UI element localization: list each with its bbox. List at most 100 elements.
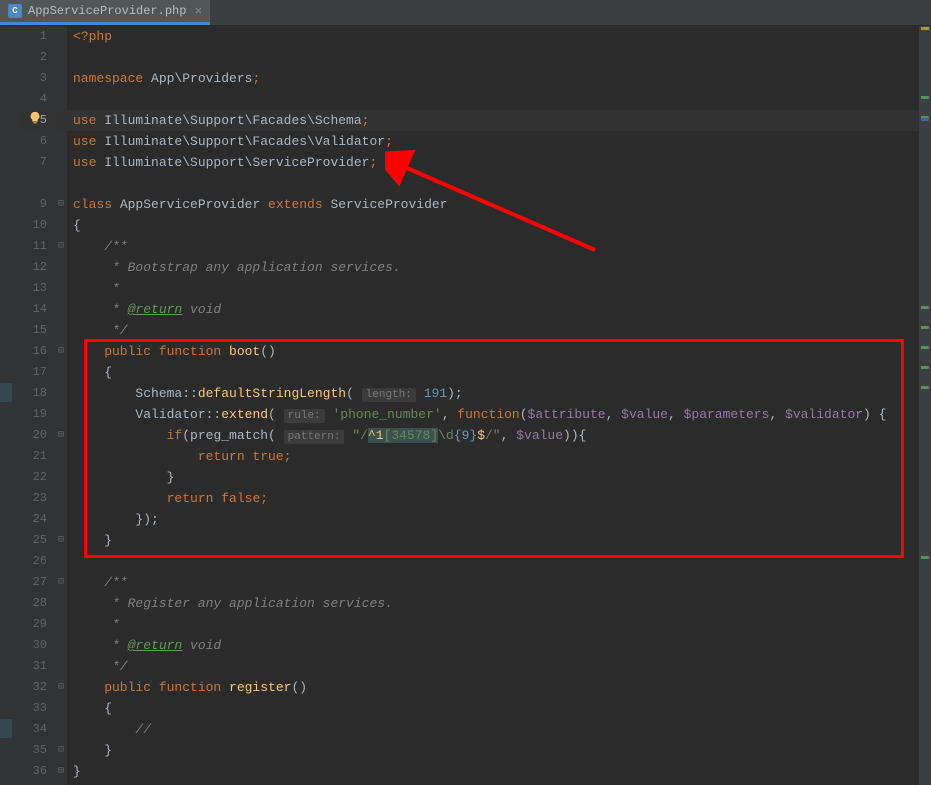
code-token: *	[73, 302, 128, 317]
breakpoint-margin[interactable]	[0, 26, 20, 785]
fold-toggle[interactable]: ⊟	[55, 572, 67, 593]
fold-toggle[interactable]: ⊟	[55, 761, 67, 782]
code-token: (	[346, 386, 362, 401]
code-token: ,	[442, 407, 458, 422]
line-number: 13	[20, 278, 47, 299]
warning-marker[interactable]	[921, 27, 929, 30]
change-marker[interactable]	[921, 96, 929, 99]
code-token: */	[73, 323, 128, 338]
code-token: )){	[563, 428, 586, 443]
line-number: 26	[20, 551, 47, 572]
line-number: 15	[20, 320, 47, 341]
line-number: 2	[20, 47, 47, 68]
code-token: ]	[430, 428, 438, 443]
change-marker[interactable]	[921, 386, 929, 389]
change-marker	[0, 383, 12, 402]
code-token: ;	[284, 449, 292, 464]
code-token: }	[73, 743, 112, 758]
line-number: 4	[20, 89, 47, 110]
line-number: 18	[20, 383, 47, 404]
fold-toggle[interactable]: ⊟	[55, 194, 67, 215]
code-token: defaultStringLength	[198, 386, 346, 401]
code-token: ;	[252, 71, 260, 86]
code-token: ^1	[368, 428, 384, 443]
scrollbar[interactable]	[919, 26, 931, 785]
code-token: /**	[73, 239, 128, 254]
change-marker[interactable]	[921, 366, 929, 369]
code-token: $value	[516, 428, 563, 443]
code-token: use	[73, 113, 96, 128]
change-marker[interactable]	[921, 306, 929, 309]
fold-toggle	[55, 551, 67, 572]
fold-toggle[interactable]: ⊟	[55, 425, 67, 446]
code-token: /"	[485, 428, 501, 443]
code-token: \d	[438, 428, 454, 443]
code-token	[73, 428, 167, 443]
code-token: {	[73, 701, 112, 716]
fold-toggle[interactable]: ⊟	[55, 677, 67, 698]
line-number: 36	[20, 761, 47, 782]
fold-toggle	[55, 656, 67, 677]
fold-toggle	[55, 362, 67, 383]
line-number: 7	[20, 152, 47, 173]
fold-toggle[interactable]: ⊟	[55, 236, 67, 257]
fold-toggle	[55, 383, 67, 404]
code-token: Illuminate\Support\ServiceProvider	[96, 155, 369, 170]
fold-toggle	[55, 152, 67, 173]
line-number: 3	[20, 68, 47, 89]
line-number	[20, 173, 47, 194]
line-number: 35	[20, 740, 47, 761]
fold-toggle	[55, 26, 67, 47]
line-number: 28	[20, 593, 47, 614]
line-number: 23	[20, 488, 47, 509]
code-content[interactable]: <?php namespace App\Providers; use Illum…	[67, 26, 931, 785]
code-token: Validator::	[73, 407, 221, 422]
fold-toggle[interactable]: ⊟	[55, 341, 67, 362]
param-hint: length:	[362, 388, 416, 402]
code-token: (preg_match(	[182, 428, 283, 443]
fold-toggle[interactable]: ⊟	[55, 530, 67, 551]
code-token: register	[229, 680, 291, 695]
line-number: 9	[20, 194, 47, 215]
tab-label: AppServiceProvider.php	[28, 4, 186, 18]
close-icon[interactable]: ×	[194, 4, 202, 19]
line-number: 33	[20, 698, 47, 719]
tab-bar: C AppServiceProvider.php ×	[0, 0, 931, 26]
code-token: App\Providers	[143, 71, 252, 86]
code-token: 34578	[391, 428, 430, 443]
lightbulb-icon[interactable]	[28, 111, 42, 125]
code-token: $attribute	[528, 407, 606, 422]
fold-toggle	[55, 320, 67, 341]
cursor-marker[interactable]	[921, 118, 929, 121]
line-number: 19	[20, 404, 47, 425]
fold-toggle	[55, 215, 67, 236]
code-token: ,	[668, 407, 684, 422]
line-number: 32	[20, 677, 47, 698]
code-token: (	[268, 407, 284, 422]
change-marker[interactable]	[921, 556, 929, 559]
fold-gutter[interactable]: ⊟ ⊟ ⊟ ⊟ ⊟ ⊟ ⊟ ⊟ ⊟	[55, 26, 67, 785]
code-token: extends	[268, 197, 323, 212]
line-number: 14	[20, 299, 47, 320]
line-number-gutter[interactable]: 1 2 3 4 5 6 7 9 10 11 12 13 14 15 16 17 …	[20, 26, 55, 785]
fold-toggle[interactable]: ⊟	[55, 740, 67, 761]
code-token: <?php	[73, 29, 112, 44]
code-token: void	[182, 302, 221, 317]
code-token: );	[447, 386, 463, 401]
fold-toggle	[55, 278, 67, 299]
change-marker[interactable]	[921, 346, 929, 349]
code-token: {	[73, 365, 112, 380]
php-class-icon: C	[8, 4, 22, 18]
code-token: return true	[198, 449, 284, 464]
line-number: 17	[20, 362, 47, 383]
code-token	[73, 491, 167, 506]
code-token: $value	[621, 407, 668, 422]
code-token: ;	[385, 134, 393, 149]
code-token: $validator	[785, 407, 863, 422]
change-marker[interactable]	[921, 326, 929, 329]
code-token: ;	[362, 113, 370, 128]
code-token: "/	[352, 428, 368, 443]
code-token: //	[73, 722, 151, 737]
file-tab[interactable]: C AppServiceProvider.php ×	[0, 0, 210, 25]
code-editor[interactable]: 1 2 3 4 5 6 7 9 10 11 12 13 14 15 16 17 …	[0, 26, 931, 785]
